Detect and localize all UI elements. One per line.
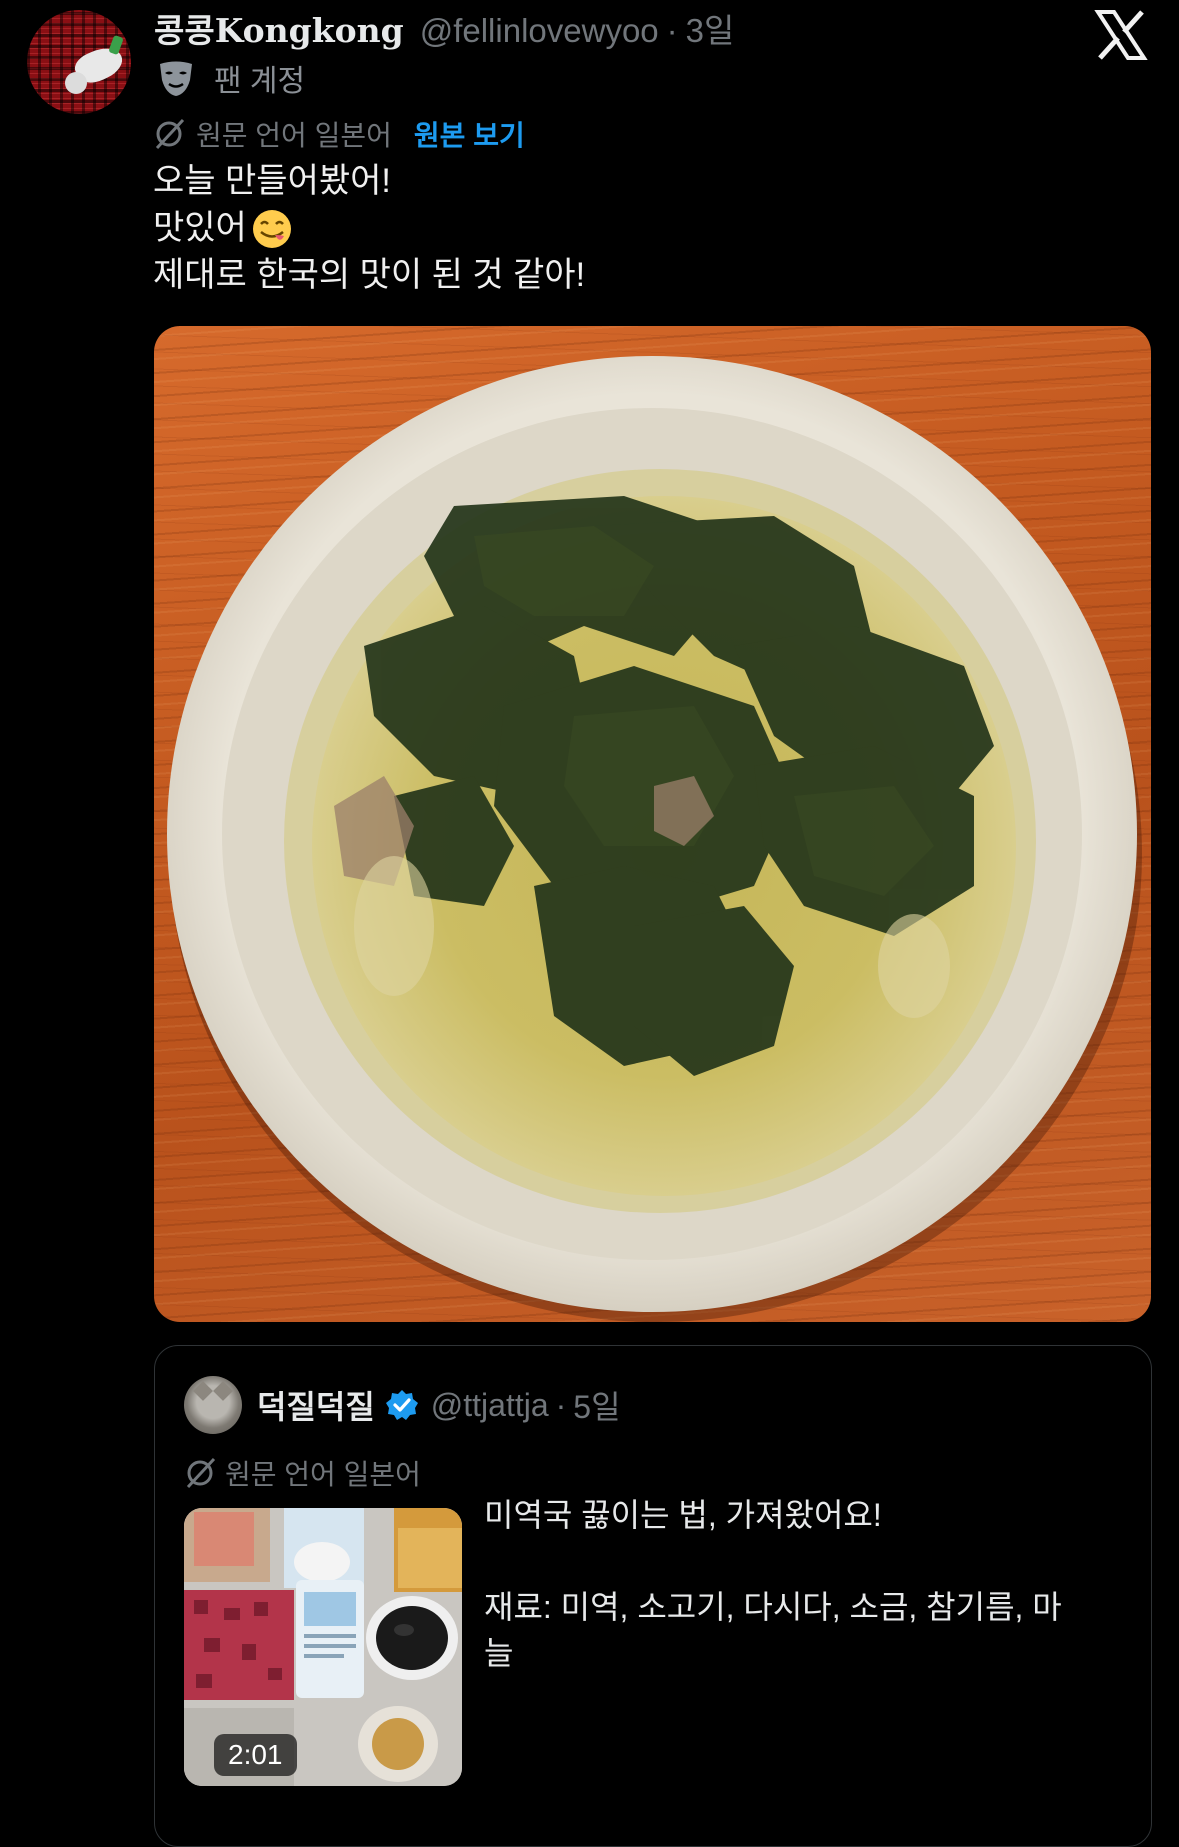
verified-badge-icon[interactable]: [385, 1388, 419, 1422]
translation-notice: 원문 언어 일본어 원본 보기: [152, 112, 525, 156]
translate-off-icon: [155, 118, 185, 150]
post-text-line-1: 오늘 만들어봤어!: [153, 162, 391, 200]
video-duration-badge: 2:01: [214, 1734, 297, 1776]
avatar-figure-accent: [108, 34, 124, 56]
author-line: 콩콩Kongkong @fellinlovewyoo · 3일: [154, 4, 734, 50]
post-text-line-2: 맛있어: [153, 205, 1143, 252]
quoted-video-thumbnail[interactable]: 2:01: [184, 1508, 462, 1786]
avatar-figure-head: [65, 72, 87, 94]
soup-bowl-illustration: [167, 356, 1142, 1322]
quoted-author-line: 덕질덕질 @ttjattja · 5일: [257, 1382, 621, 1428]
quoted-author-display-name[interactable]: 덕질덕질: [257, 1382, 375, 1428]
quoted-translation-source-label: 원문 언어 일본어: [225, 1459, 421, 1490]
mask-icon: [160, 61, 192, 96]
quoted-text-spacer: [484, 1538, 1104, 1584]
author-handle[interactable]: @fellinlovewyoo: [420, 12, 659, 50]
quoted-text-line-1: 미역국 끓이는 법, 가져왔어요!: [484, 1497, 882, 1533]
avatar-cat-ear-left: [193, 1381, 213, 1401]
avatar-cat-ear-right: [213, 1381, 233, 1401]
account-type-row: 팬 계정: [156, 56, 305, 100]
quoted-meta-separator: ·: [555, 1386, 567, 1423]
seaweed-soup-photo[interactable]: [154, 326, 1151, 1322]
author-avatar[interactable]: [27, 10, 131, 114]
meta-separator: ·: [666, 12, 678, 49]
quoted-post-timestamp[interactable]: 5일: [573, 1382, 620, 1428]
quoted-post-text: 미역국 끓이는 법, 가져왔어요! 재료: 미역, 소고기, 다시다, 소금, …: [484, 1492, 1104, 1676]
quoted-author-avatar[interactable]: [184, 1376, 242, 1434]
quoted-translation-notice: 원문 언어 일본어: [183, 1452, 421, 1494]
quoted-text-line-3: 늘: [484, 1635, 514, 1671]
quoted-text-line-2: 재료: 미역, 소고기, 다시다, 소금, 참기름, 마: [484, 1589, 1062, 1625]
account-type-label: 팬 계정: [214, 65, 306, 98]
author-display-name[interactable]: 콩콩Kongkong: [154, 4, 404, 52]
post-text: 오늘 만들어봤어! 맛있어 제대로 한국의 맛이 된 것 같아!: [153, 158, 1143, 299]
post-timestamp[interactable]: 3일: [686, 4, 735, 52]
quoted-author-handle[interactable]: @ttjattja: [431, 1387, 549, 1424]
translate-off-icon: [186, 1457, 216, 1489]
translation-source-label: 원문 언어 일본어: [196, 120, 392, 151]
show-original-link[interactable]: 원본 보기: [414, 114, 525, 154]
post-text-line-3: 제대로 한국의 맛이 된 것 같아!: [153, 256, 586, 294]
x-logo-icon[interactable]: [1094, 8, 1148, 62]
yum-face-emoji: [252, 209, 291, 248]
